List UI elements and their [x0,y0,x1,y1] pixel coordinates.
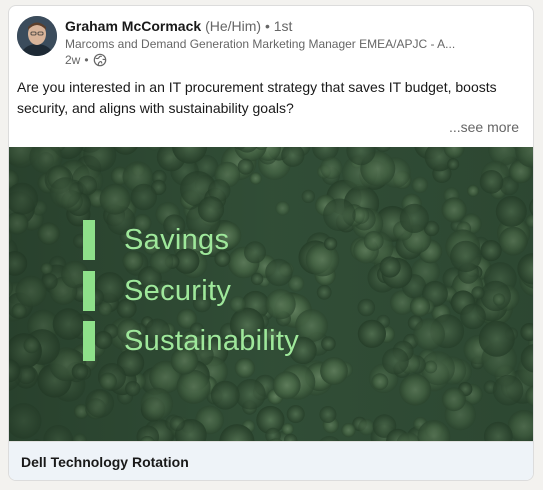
accent-bar [83,271,95,311]
accent-bar [83,220,95,260]
post-text: Are you interested in an IT procurement … [17,79,497,116]
media-word-security: Security [124,275,232,307]
separator-dot: • [264,18,270,34]
globe-icon [93,53,107,67]
author-name-line: Graham McCormack (He/Him) • 1st [65,17,292,35]
media-footer[interactable]: Dell Technology Rotation [9,441,533,480]
post-card: Graham McCormack (He/Him) • 1st Marcoms … [8,5,534,481]
media-title[interactable]: Dell Technology Rotation [21,453,189,471]
media-word-row: Savings [83,220,229,260]
post-time: 2w [65,53,81,67]
post-header: Graham McCormack (He/Him) • 1st Marcoms … [17,16,525,68]
accent-bar [83,321,95,361]
post-media-video[interactable]: Savings Security Sustainability [9,147,533,441]
author-name[interactable]: Graham McCormack [65,18,201,34]
post-meta: 2w • [65,52,107,68]
see-more-button[interactable]: ...see more [449,118,519,136]
author-avatar[interactable] [17,16,57,56]
media-word-sustainability: Sustainability [124,325,300,357]
connection-degree: 1st [273,18,293,34]
author-headline: Marcoms and Demand Generation Marketing … [65,37,456,51]
meta-separator: • [84,53,89,67]
author-pronouns: (He/Him) [205,18,262,34]
media-word-row: Sustainability [83,321,299,361]
media-word-savings: Savings [124,224,230,256]
media-word-row: Security [83,271,231,311]
